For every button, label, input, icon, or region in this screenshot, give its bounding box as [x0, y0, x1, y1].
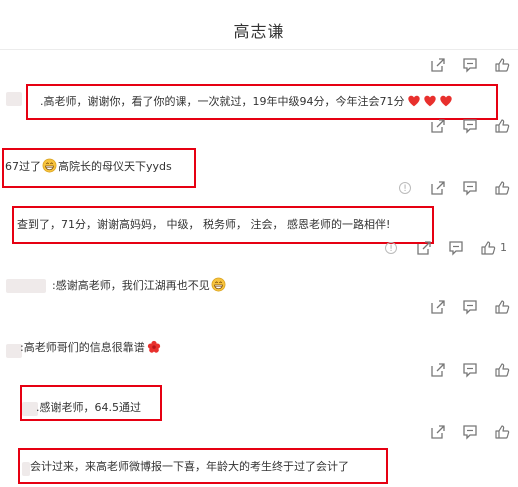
heart-emoji-icon: [439, 94, 453, 108]
page-title: 高志谦: [233, 22, 285, 41]
report-icon[interactable]: !: [399, 182, 411, 194]
comment-icon[interactable]: [448, 240, 464, 256]
thumbs-up-icon[interactable]: [494, 180, 510, 196]
avatar: [6, 92, 22, 106]
thumbs-up-icon[interactable]: [494, 57, 510, 73]
thumbs-up-icon[interactable]: [494, 424, 510, 440]
thumbs-up-icon[interactable]: [480, 240, 496, 256]
comment-actions: !: [0, 180, 518, 198]
avatar: [6, 279, 46, 293]
share-icon[interactable]: [430, 362, 446, 378]
heart-emoji-icon: [407, 94, 421, 108]
comment-body: :高老师哥们的信息很靠谱: [20, 341, 145, 354]
comment-actions: [0, 57, 518, 75]
grin-emoji-icon: [211, 277, 226, 292]
share-icon[interactable]: [430, 180, 446, 196]
comment-body: 67过了: [5, 160, 41, 173]
comment-body: 高院长的母仪天下yyds: [58, 160, 172, 173]
comment-text: .感谢老师，64.5通过: [36, 400, 141, 416]
comment-body: .高老师，谢谢你，看了你的课，一次就过，19年中级94分，今年注会71分: [40, 95, 405, 108]
comment-text: :感谢高老师，我们江湖再也不见: [52, 277, 227, 294]
avatar: [22, 462, 30, 476]
comment-text: .高老师，谢谢你，看了你的课，一次就过，19年中级94分，今年注会71分: [40, 94, 453, 110]
thumbs-up-icon[interactable]: [494, 299, 510, 315]
like-count: 1: [500, 241, 507, 254]
comment-body: .感谢老师，64.5通过: [36, 401, 141, 414]
comment-body: :感谢高老师，我们江湖再也不见: [52, 279, 210, 292]
comment-icon[interactable]: [462, 362, 478, 378]
thumbs-up-icon[interactable]: [494, 362, 510, 378]
comment-body: 会计过来，来高老师微博报一下喜，年龄大的考生终于过了会计了: [30, 460, 349, 473]
flower-emoji-icon: [147, 340, 161, 354]
share-icon[interactable]: [416, 240, 432, 256]
comment-body: 查到了，71分，谢谢高妈妈， 中级， 税务师， 注会， 感恩老师的一路相伴!: [17, 218, 391, 231]
comment-actions: [0, 362, 518, 380]
comment-icon[interactable]: [462, 57, 478, 73]
header-divider: [0, 49, 518, 50]
comment-actions: [0, 299, 518, 317]
comment-text: 67过了 高院长的母仪天下yyds: [5, 158, 172, 175]
grin-emoji-icon: [42, 158, 57, 173]
comment-icon[interactable]: [462, 424, 478, 440]
comment-actions: ! 1: [0, 240, 518, 258]
share-icon[interactable]: [430, 299, 446, 315]
share-icon[interactable]: [430, 57, 446, 73]
comment-text: :高老师哥们的信息很靠谱: [20, 340, 161, 356]
comment-actions: [0, 424, 518, 442]
comment-icon[interactable]: [462, 118, 478, 134]
comment-icon[interactable]: [462, 180, 478, 196]
report-icon[interactable]: !: [385, 242, 397, 254]
comment-text: 会计过来，来高老师微博报一下喜，年龄大的考生终于过了会计了: [30, 459, 349, 475]
comment-icon[interactable]: [462, 299, 478, 315]
heart-emoji-icon: [423, 94, 437, 108]
share-icon[interactable]: [430, 118, 446, 134]
thumbs-up-icon[interactable]: [494, 118, 510, 134]
comment-text: 查到了，71分，谢谢高妈妈， 中级， 税务师， 注会， 感恩老师的一路相伴!: [17, 217, 390, 233]
comment-actions: [0, 118, 518, 136]
share-icon[interactable]: [430, 424, 446, 440]
